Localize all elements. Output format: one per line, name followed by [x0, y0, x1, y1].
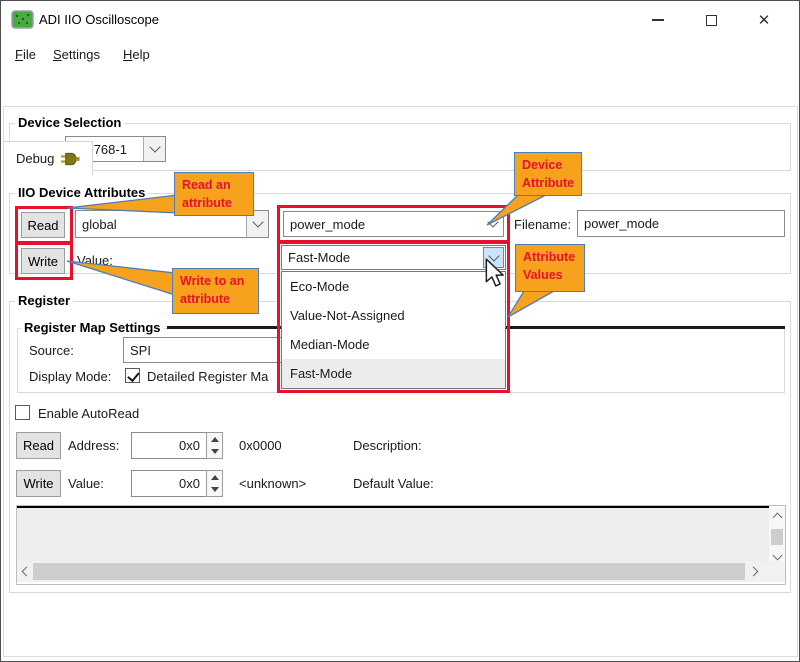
- register-legend: Register: [15, 293, 73, 308]
- attr-group-select-value: global: [76, 217, 117, 232]
- callout-attribute-values: Attribute Values: [515, 244, 585, 292]
- iio-attributes-legend: IIO Device Attributes: [15, 185, 148, 200]
- display-mode-option-label: Detailed Register Ma: [147, 369, 268, 384]
- value-readback: <unknown>: [239, 476, 306, 491]
- dropdown-option[interactable]: Eco-Mode: [282, 272, 505, 301]
- display-mode-label: Display Mode:: [29, 369, 111, 384]
- register-map-settings-legend: Register Map Settings: [21, 320, 164, 335]
- filename-label: Filename:: [514, 217, 571, 232]
- address-readback: 0x0000: [239, 438, 282, 453]
- address-input[interactable]: 0x0: [131, 432, 207, 459]
- attr-read-button[interactable]: Read: [21, 212, 65, 238]
- tab-strip: Debug DMM: [1, 69, 799, 107]
- source-label: Source:: [29, 343, 74, 358]
- register-read-button[interactable]: Read: [16, 432, 61, 459]
- register-map-content[interactable]: [17, 508, 769, 561]
- tab-debug-label: Debug: [16, 151, 54, 166]
- filename-input[interactable]: power_mode: [577, 210, 785, 237]
- callout-device-attribute: Device Attribute: [514, 152, 582, 196]
- menu-bar: File Settings Help: [1, 39, 799, 69]
- vertical-scrollbar[interactable]: [769, 508, 785, 561]
- app-logo-icon: [11, 10, 34, 29]
- plug-icon: [61, 152, 80, 166]
- horizontal-scroll-thumb[interactable]: [33, 563, 745, 580]
- app-window: ADI IIO Oscilloscope ✕ File Settings Hel…: [0, 0, 800, 662]
- default-value-label: Default Value:: [353, 476, 434, 491]
- register-map-view: [16, 505, 786, 585]
- attr-name-select[interactable]: power_mode: [283, 211, 504, 237]
- address-label: Address:: [68, 438, 119, 453]
- spin-up-icon[interactable]: [207, 433, 222, 446]
- maximize-button[interactable]: [688, 1, 734, 39]
- scroll-down-icon[interactable]: [772, 551, 782, 561]
- display-mode-checkbox[interactable]: [125, 368, 140, 383]
- scroll-left-icon[interactable]: [17, 561, 33, 582]
- description-label: Description:: [353, 438, 422, 453]
- autoread-checkbox[interactable]: [15, 405, 30, 420]
- chevron-down-icon[interactable]: [482, 212, 503, 236]
- dropdown-option-highlighted[interactable]: Fast-Mode: [282, 359, 505, 388]
- spin-down-icon[interactable]: [207, 484, 222, 497]
- close-icon: ✕: [758, 13, 771, 28]
- autoread-label: Enable AutoRead: [38, 406, 139, 421]
- minimize-button[interactable]: [635, 1, 681, 39]
- spin-up-icon[interactable]: [207, 471, 222, 484]
- attr-value-selected: Fast-Mode: [282, 250, 350, 265]
- tab-debug[interactable]: Debug: [3, 141, 93, 175]
- menu-help[interactable]: Help: [119, 45, 154, 64]
- vertical-scroll-thumb[interactable]: [771, 529, 783, 545]
- device-selection-legend: Device Selection: [15, 115, 124, 130]
- chevron-down-icon[interactable]: [143, 137, 165, 161]
- attr-value-dropdown-list: Eco-Mode Value-Not-Assigned Median-Mode …: [281, 271, 506, 389]
- spin-down-icon[interactable]: [207, 446, 222, 459]
- chevron-down-icon[interactable]: [483, 247, 504, 268]
- window-title: ADI IIO Oscilloscope: [39, 12, 159, 27]
- value-input[interactable]: 0x0: [131, 470, 207, 497]
- value-stepper[interactable]: [206, 470, 223, 497]
- scroll-right-icon[interactable]: [747, 561, 763, 582]
- attr-write-button[interactable]: Write: [21, 248, 65, 274]
- close-button[interactable]: ✕: [741, 1, 787, 39]
- menu-settings[interactable]: Settings: [49, 45, 104, 64]
- register-value-label: Value:: [68, 476, 104, 491]
- dropdown-option[interactable]: Value-Not-Assigned: [282, 301, 505, 330]
- dropdown-option[interactable]: Median-Mode: [282, 330, 505, 359]
- attr-value-select[interactable]: Fast-Mode: [281, 245, 506, 270]
- minimize-icon: [652, 19, 664, 21]
- callout-read-attribute: Read an attribute: [174, 172, 254, 216]
- callout-write-attribute: Write to an attribute: [172, 268, 259, 314]
- attr-value-label: Value:: [77, 253, 113, 268]
- source-select-value: SPI: [124, 343, 151, 358]
- scroll-up-icon[interactable]: [772, 513, 782, 523]
- menu-file[interactable]: File: [11, 45, 40, 64]
- address-stepper[interactable]: [206, 432, 223, 459]
- register-write-button[interactable]: Write: [16, 470, 61, 497]
- maximize-icon: [706, 15, 717, 26]
- horizontal-scrollbar[interactable]: [17, 561, 785, 582]
- title-bar: ADI IIO Oscilloscope ✕: [1, 1, 799, 39]
- attr-name-select-value: power_mode: [284, 217, 365, 232]
